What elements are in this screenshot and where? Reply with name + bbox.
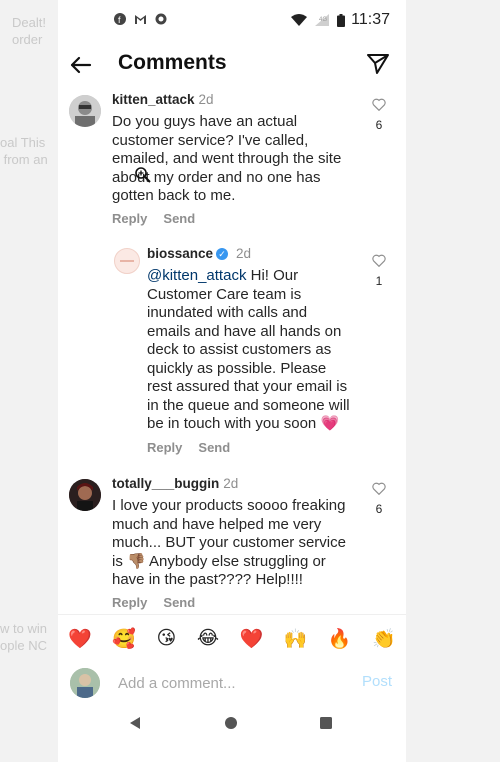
- nav-home-icon[interactable]: [224, 716, 238, 730]
- like-button[interactable]: 6: [369, 482, 389, 516]
- comment-actions: Reply Send: [147, 440, 230, 455]
- comment-line: have in the past???? Help!!!!: [112, 571, 303, 588]
- heart-outline-icon: [372, 482, 386, 496]
- send-button[interactable]: Send: [198, 440, 230, 455]
- avatar-photo: [70, 668, 100, 698]
- comment-username[interactable]: totally___buggin 2d: [112, 476, 238, 491]
- username-text[interactable]: totally___buggin: [112, 476, 219, 491]
- nav-back-icon[interactable]: [128, 716, 142, 730]
- status-right: 4G 11:37: [291, 11, 390, 29]
- comment-line: much and have helped me very: [112, 515, 322, 533]
- comment-username[interactable]: kitten_attack 2d: [112, 92, 214, 107]
- gmail-icon: [135, 15, 146, 24]
- back-arrow-icon[interactable]: [68, 52, 94, 78]
- emoji-fire-button[interactable]: 🔥: [328, 627, 352, 650]
- nav-recents-icon[interactable]: [319, 716, 333, 730]
- battery-icon: [337, 13, 346, 27]
- reply-button[interactable]: Reply: [112, 595, 147, 610]
- verified-badge-icon: ✓: [216, 248, 229, 260]
- brand-logo-icon: [120, 260, 134, 262]
- like-count: 1: [375, 274, 383, 288]
- emoji-quick-bar: ❤️ 🥰 😘 😂 ❤️ 🙌 🔥 👏: [58, 614, 406, 661]
- comment-line: I love your products soooo freaking: [112, 497, 346, 514]
- comment-line: quickly as possible. Please: [147, 359, 327, 377]
- status-bar: f 4G 11:37: [58, 0, 406, 38]
- emoji-red-heart-button[interactable]: ❤️: [68, 627, 92, 650]
- emoji-heart-button[interactable]: ❤️: [240, 627, 264, 650]
- emoji-smiling-hearts-button[interactable]: 🥰: [112, 627, 136, 650]
- comments-header: Comments: [58, 40, 406, 88]
- wifi-icon: [291, 14, 308, 26]
- comment-line: Customer Care team is: [147, 285, 302, 303]
- comment-text: I love your products soooo freaking much…: [112, 497, 372, 590]
- comment-line: rest assured that your email is: [147, 378, 348, 395]
- comment-actions: Reply Send: [112, 595, 195, 610]
- background-ghost-text: w to win ople NC: [0, 621, 47, 653]
- comment-line: is 👎🏽 Anybody else struggling or: [112, 552, 326, 570]
- reply-button[interactable]: Reply: [112, 211, 147, 226]
- emoji-kiss-button[interactable]: 😘: [157, 627, 177, 649]
- system-nav-bar: [58, 704, 406, 744]
- comment-line: customer service? I've called,: [112, 131, 309, 149]
- mention-link[interactable]: @kitten_attack: [147, 267, 246, 284]
- app-notification-icon: [155, 13, 167, 25]
- zoom-cursor-icon: [135, 167, 151, 183]
- emoji-joy-button[interactable]: 😂: [197, 627, 219, 649]
- comment-line: in the queue and someone will: [147, 396, 350, 414]
- status-time: 11:37: [351, 11, 390, 28]
- like-button[interactable]: 1: [369, 254, 389, 288]
- send-button[interactable]: Send: [163, 211, 195, 226]
- comment-line: be in touch with you soon 💗: [147, 415, 340, 432]
- direct-message-icon[interactable]: [366, 52, 390, 76]
- avatar-photo: [69, 479, 101, 511]
- heart-outline-icon: [372, 98, 386, 112]
- comment-line: @kitten_attack Hi! Our: [147, 267, 367, 286]
- comment-composer: Post: [58, 662, 406, 704]
- reply-button[interactable]: Reply: [147, 440, 182, 455]
- page-title: Comments: [118, 51, 227, 74]
- comment-line: deck to assist customers as: [147, 341, 332, 358]
- avatar[interactable]: [114, 248, 140, 274]
- comment-text: Do you guys have an actual customer serv…: [112, 113, 362, 206]
- comment-line-text: Hi! Our: [246, 267, 299, 284]
- background-ghost-text: oal This from an: [0, 135, 48, 167]
- emoji-raised-hands-button[interactable]: 🙌: [284, 627, 308, 650]
- comment-line: emails and have all hands on: [147, 322, 342, 340]
- comment-line: Do you guys have an actual: [112, 113, 298, 130]
- avatar[interactable]: [69, 479, 101, 511]
- comment-time: 2d: [236, 246, 252, 261]
- cell-signal-icon: 4G: [315, 14, 330, 26]
- facebook-icon: f: [114, 13, 126, 25]
- comment-username[interactable]: biossance ✓ 2d: [147, 246, 251, 261]
- background-ghost-text: Dealt! order: [12, 15, 46, 47]
- heart-outline-icon: [372, 254, 386, 268]
- phone-screen: f 4G 11:37 Comments kitten_attack 2d Do …: [58, 0, 406, 762]
- notification-icons: f: [114, 13, 167, 25]
- emoji-clap-button[interactable]: 👏: [372, 627, 396, 650]
- post-button[interactable]: Post: [362, 673, 392, 690]
- comment-input[interactable]: [116, 670, 340, 696]
- username-text[interactable]: kitten_attack: [112, 92, 195, 107]
- avatar-photo: [69, 95, 101, 127]
- comment-time: 2d: [198, 92, 214, 107]
- like-count: 6: [375, 502, 383, 516]
- comment-actions: Reply Send: [112, 211, 195, 226]
- comment-text: @kitten_attack Hi! Our Customer Care tea…: [147, 267, 367, 434]
- like-count: 6: [375, 118, 383, 132]
- send-button[interactable]: Send: [163, 595, 195, 610]
- comment-line: gotten back to me.: [112, 187, 236, 204]
- network-type: 4G: [319, 17, 327, 23]
- username-text[interactable]: biossance: [147, 246, 213, 261]
- comment-line: much... BUT your customer service: [112, 534, 346, 551]
- my-avatar: [70, 668, 100, 698]
- comment-time: 2d: [223, 476, 239, 491]
- avatar[interactable]: [69, 95, 101, 127]
- comment-line: inundated with calls and: [147, 304, 308, 321]
- like-button[interactable]: 6: [369, 98, 389, 132]
